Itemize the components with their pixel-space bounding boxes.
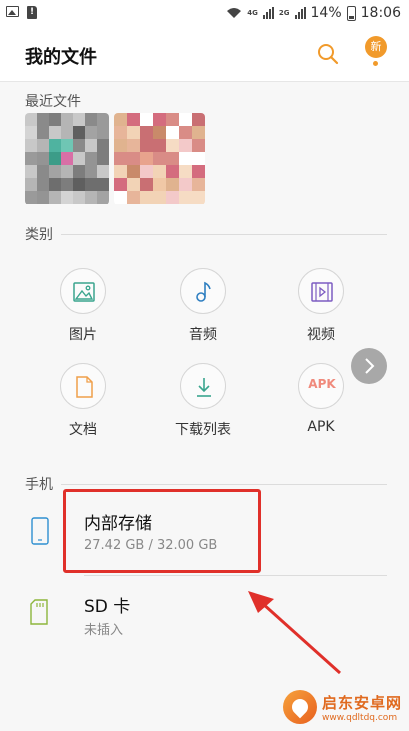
music-note-icon xyxy=(196,281,211,302)
gallery-notification-icon xyxy=(6,6,19,17)
category-audio[interactable]: 音频 xyxy=(158,268,248,344)
recent-files-label: 最近文件 xyxy=(25,94,81,110)
category-label: 音频 xyxy=(189,327,217,343)
page-title: 我的文件 xyxy=(25,47,97,68)
watermark-url: www.qdltdq.com xyxy=(322,712,398,723)
app-header: 我的文件 新 xyxy=(0,30,409,82)
battery-percent: 14% xyxy=(310,5,342,21)
next-page-button[interactable] xyxy=(351,348,387,384)
image-icon xyxy=(73,282,95,302)
apk-icon: APK xyxy=(308,377,336,391)
category-label: APK xyxy=(307,419,335,435)
download-icon xyxy=(197,378,211,397)
category-downloads[interactable]: 下载列表 xyxy=(158,363,248,439)
divider xyxy=(61,483,387,485)
annotation-arrow xyxy=(248,591,342,675)
recent-file-thumbnail-2[interactable] xyxy=(114,113,205,205)
new-badge[interactable]: 新 xyxy=(365,36,387,58)
category-video[interactable]: 视频 xyxy=(276,268,366,344)
watermark-title: 启东安卓网 xyxy=(322,693,403,712)
storage-name: SD 卡 xyxy=(84,597,131,617)
site-watermark: 启东安卓网 www.qdltdq.com xyxy=(283,690,402,724)
divider xyxy=(84,575,387,576)
phone-storage-icon xyxy=(31,517,49,545)
wifi-icon xyxy=(227,8,242,18)
network-type-2: 2G xyxy=(278,9,290,17)
storage-status: 未插入 xyxy=(84,623,124,638)
recent-file-thumbnail-1[interactable] xyxy=(25,113,109,205)
more-options-icon[interactable] xyxy=(373,61,378,66)
categories-label: 类别 xyxy=(25,227,53,243)
video-icon xyxy=(311,282,333,302)
battery-icon xyxy=(346,5,356,21)
signal-icon-1 xyxy=(262,7,274,19)
category-images[interactable]: 图片 xyxy=(38,268,128,344)
phone-label: 手机 xyxy=(25,477,53,493)
divider xyxy=(61,233,387,235)
alert-notification-icon: ! xyxy=(27,6,37,19)
document-icon xyxy=(76,376,93,398)
category-label: 图片 xyxy=(69,327,97,343)
sd-card-icon xyxy=(30,599,48,625)
category-label: 文档 xyxy=(69,422,97,438)
category-documents[interactable]: 文档 xyxy=(38,363,128,439)
chevron-right-icon xyxy=(365,358,375,374)
status-bar: ! 4G 2G 14% 18:06 xyxy=(0,0,409,30)
signal-icon-2 xyxy=(294,7,306,19)
clock: 18:06 xyxy=(360,5,401,21)
categories-section-header: 类别 xyxy=(25,224,387,244)
category-label: 下载列表 xyxy=(175,422,231,438)
search-icon[interactable] xyxy=(316,42,340,66)
watermark-logo-icon xyxy=(283,690,317,724)
annotation-highlight-box xyxy=(63,489,261,573)
network-type-1: 4G xyxy=(247,9,258,17)
category-label: 视频 xyxy=(307,327,335,343)
